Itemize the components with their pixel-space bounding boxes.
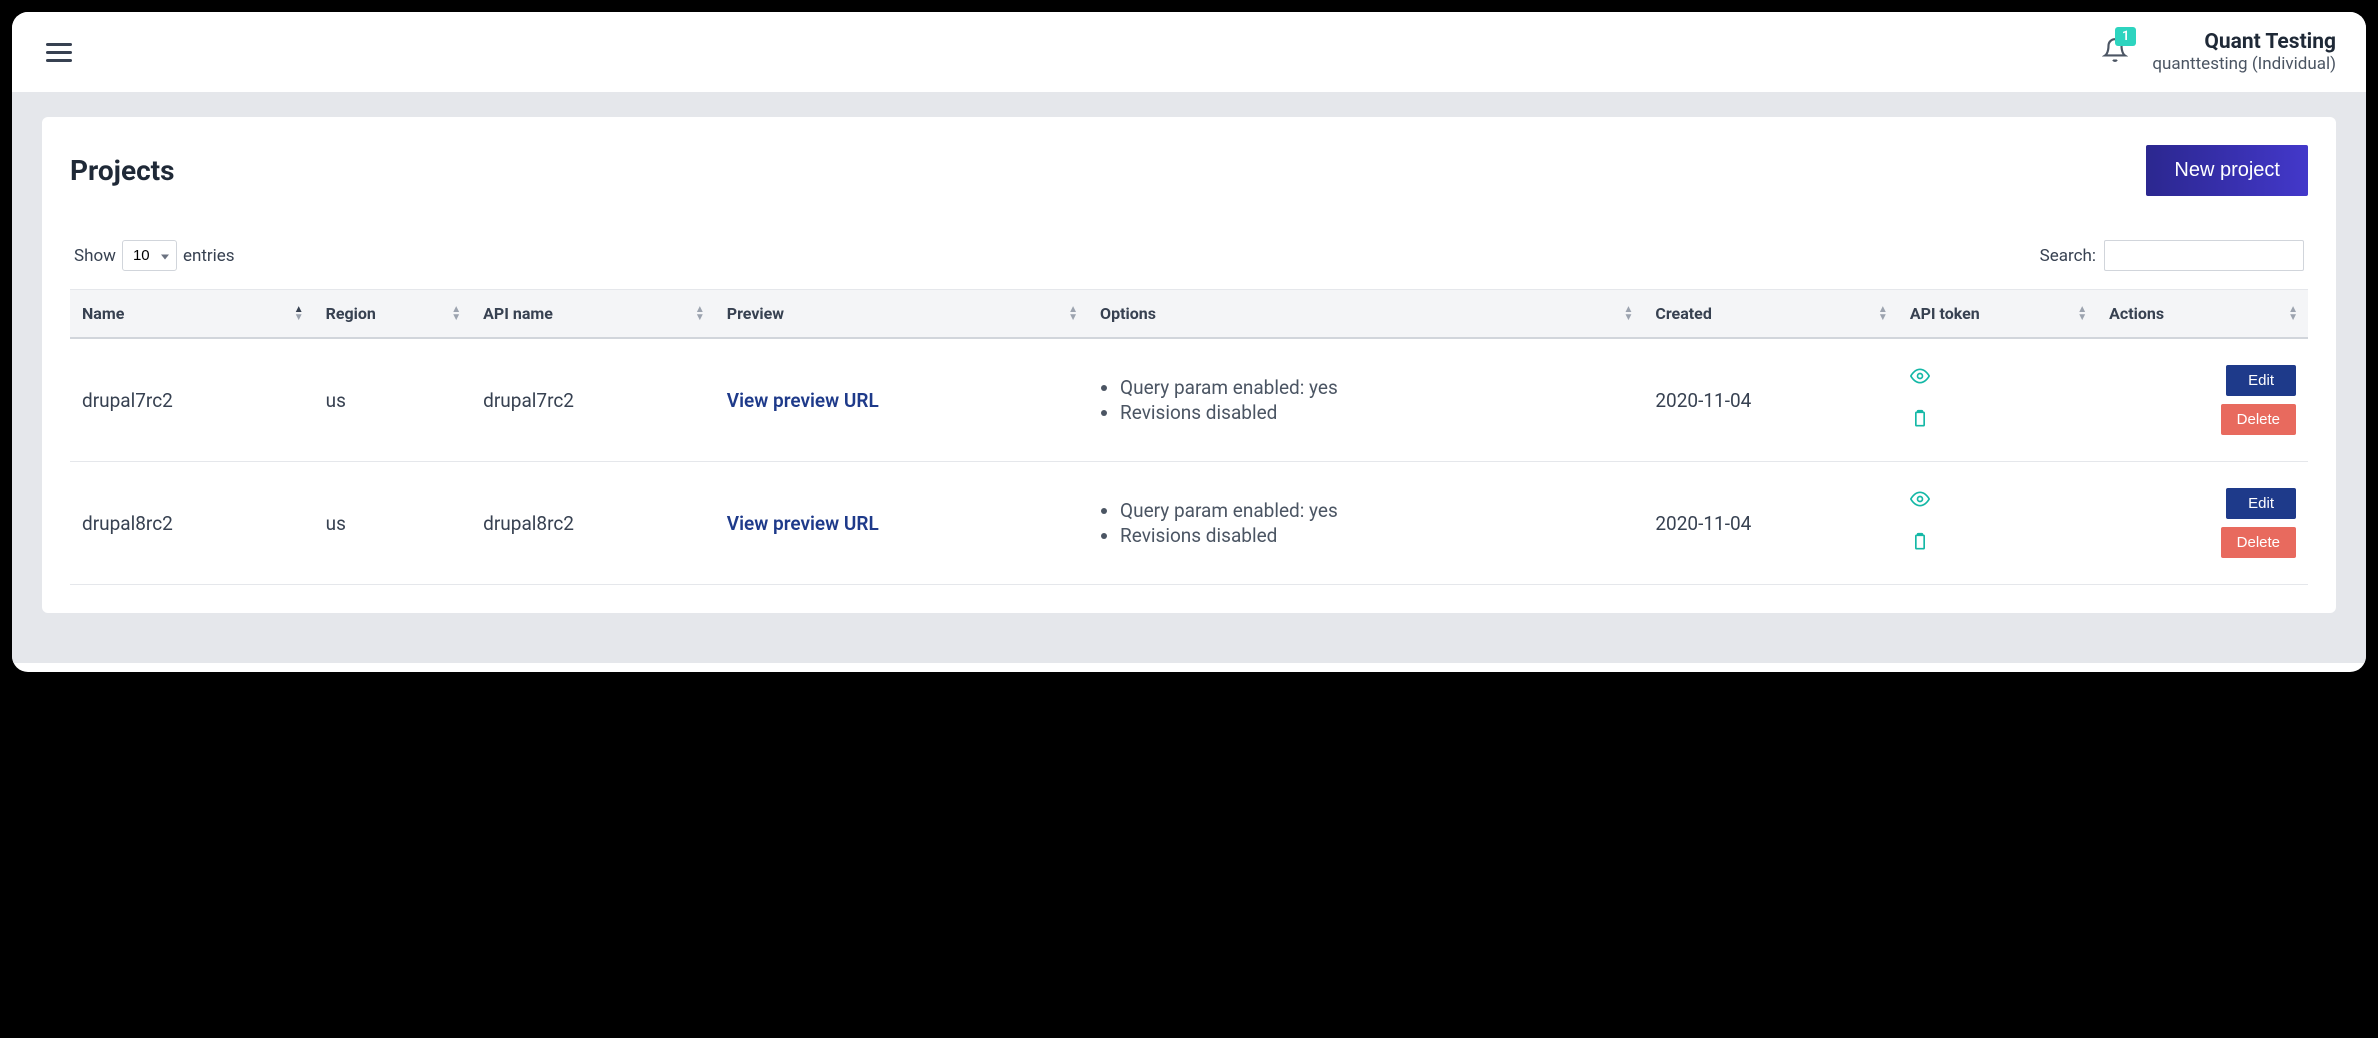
col-created[interactable]: Created▲▼: [1643, 290, 1897, 339]
col-region[interactable]: Region▲▼: [314, 290, 472, 339]
col-options[interactable]: Options▲▼: [1088, 290, 1643, 339]
edit-button[interactable]: Edit: [2226, 488, 2296, 519]
new-project-button[interactable]: New project: [2146, 145, 2308, 196]
delete-button[interactable]: Delete: [2221, 527, 2296, 558]
app-window: 1 Quant Testing quanttesting (Individual…: [12, 12, 2366, 672]
cell-options: Query param enabled: yesRevisions disabl…: [1088, 462, 1643, 585]
topbar: 1 Quant Testing quanttesting (Individual…: [12, 12, 2366, 93]
entries-select[interactable]: 10: [122, 240, 177, 271]
notification-badge: 1: [2115, 27, 2136, 46]
preview-link[interactable]: View preview URL: [727, 389, 879, 412]
cell-preview: View preview URL: [715, 462, 1088, 585]
cell-region: us: [314, 338, 472, 462]
cell-api-token: [1898, 462, 2097, 585]
cell-api-name: drupal7rc2: [471, 338, 715, 462]
option-item: Query param enabled: yes: [1120, 376, 1631, 399]
menu-toggle[interactable]: [42, 39, 76, 66]
eye-icon[interactable]: [1910, 489, 1930, 514]
cell-created: 2020-11-04: [1643, 462, 1897, 585]
topbar-right: 1 Quant Testing quanttesting (Individual…: [2102, 30, 2336, 74]
search-input[interactable]: [2104, 240, 2304, 271]
option-item: Revisions disabled: [1120, 401, 1631, 424]
table-row: drupal7rc2usdrupal7rc2 View preview URL Qu…: [70, 338, 2308, 462]
clipboard-icon[interactable]: [1910, 409, 1930, 434]
col-api-name[interactable]: API name▲▼: [471, 290, 715, 339]
preview-link[interactable]: View preview URL: [727, 512, 879, 535]
entries-label: entries: [183, 246, 235, 266]
account-sub: quanttesting (Individual): [2152, 54, 2336, 74]
page-title: Projects: [70, 154, 175, 187]
option-item: Query param enabled: yes: [1120, 499, 1631, 522]
col-actions[interactable]: Actions▲▼: [2097, 290, 2308, 339]
cell-actions: Edit Delete: [2097, 338, 2308, 462]
edit-button[interactable]: Edit: [2226, 365, 2296, 396]
table-controls: Show 10 entries Search:: [70, 240, 2308, 271]
search-wrap: Search:: [2040, 240, 2304, 271]
cell-created: 2020-11-04: [1643, 338, 1897, 462]
col-api-token[interactable]: API token▲▼: [1898, 290, 2097, 339]
cell-preview: View preview URL: [715, 338, 1088, 462]
projects-table: Name▲▼ Region▲▼ API name▲▼ Preview▲▼ Opt…: [70, 289, 2308, 585]
account-info[interactable]: Quant Testing quanttesting (Individual): [2152, 30, 2336, 74]
card-header: Projects New project: [70, 145, 2308, 196]
bell-icon: [2102, 48, 2128, 67]
projects-card: Projects New project Show 10 entries Sea…: [42, 117, 2336, 613]
cell-actions: Edit Delete: [2097, 462, 2308, 585]
cell-options: Query param enabled: yesRevisions disabl…: [1088, 338, 1643, 462]
cell-region: us: [314, 462, 472, 585]
col-name[interactable]: Name▲▼: [70, 290, 314, 339]
show-label: Show: [74, 246, 116, 266]
col-preview[interactable]: Preview▲▼: [715, 290, 1088, 339]
table-row: drupal8rc2usdrupal8rc2 View preview URL Qu…: [70, 462, 2308, 585]
page-body: Projects New project Show 10 entries Sea…: [12, 93, 2366, 663]
account-name: Quant Testing: [2152, 30, 2336, 54]
cell-api-name: drupal8rc2: [471, 462, 715, 585]
clipboard-icon[interactable]: [1910, 532, 1930, 557]
notifications-button[interactable]: 1: [2102, 37, 2128, 67]
cell-name: drupal8rc2: [70, 462, 314, 585]
cell-name: drupal7rc2: [70, 338, 314, 462]
eye-icon[interactable]: [1910, 366, 1930, 391]
search-label: Search:: [2040, 246, 2096, 266]
show-entries: Show 10 entries: [74, 240, 235, 271]
delete-button[interactable]: Delete: [2221, 404, 2296, 435]
cell-api-token: [1898, 338, 2097, 462]
option-item: Revisions disabled: [1120, 524, 1631, 547]
